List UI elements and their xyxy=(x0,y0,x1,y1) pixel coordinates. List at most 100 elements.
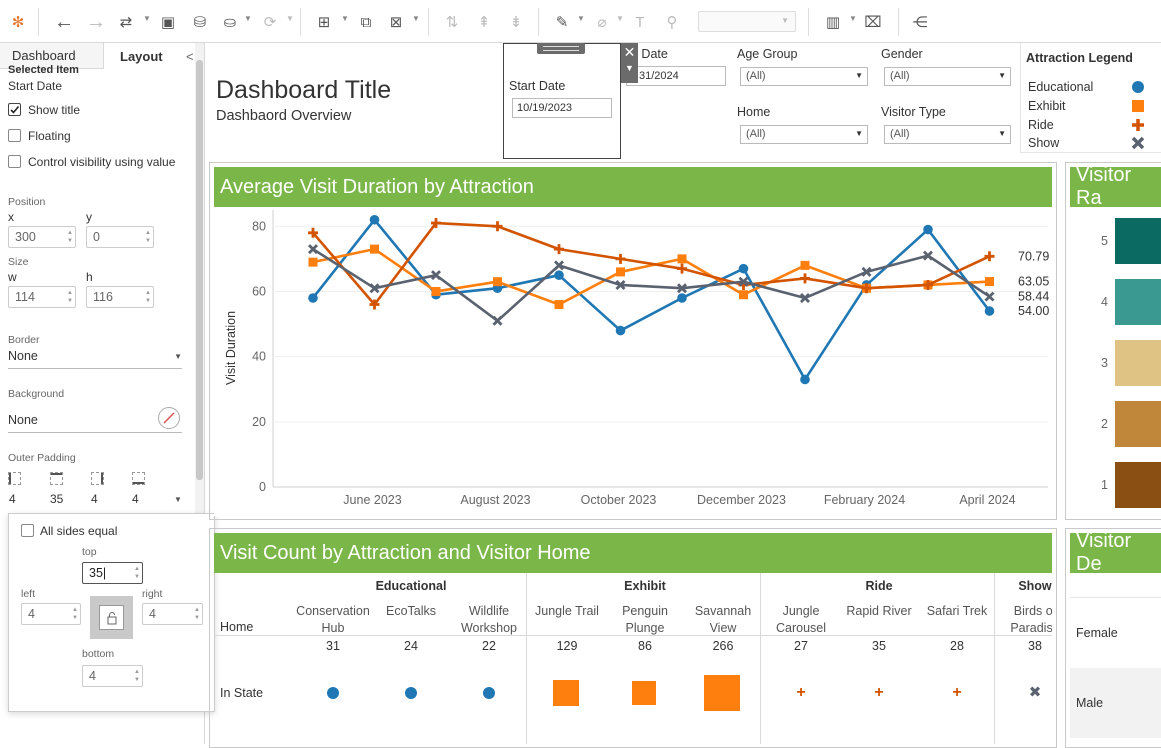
swap-icon[interactable]: ⇅ xyxy=(440,10,464,34)
clear-dropdown-icon[interactable]: ▼ xyxy=(412,14,420,23)
pause-updates-icon[interactable]: ⛀ xyxy=(218,10,242,34)
padding-dropdown-icon[interactable]: ▼ xyxy=(174,495,182,504)
sort-ascending-icon[interactable]: ⇞ xyxy=(472,10,496,34)
visit-count-value: 27 xyxy=(794,639,808,653)
x-tick-label: August 2023 xyxy=(460,493,530,507)
duplicate-sheet-icon[interactable]: ⧉ xyxy=(354,10,378,34)
start-date-filter[interactable]: Start Date 10/19/2023 xyxy=(503,43,621,159)
pin-icon[interactable]: ⚲ xyxy=(660,10,684,34)
visit-count-mark[interactable] xyxy=(704,675,740,711)
visit-count-value: 24 xyxy=(404,639,418,653)
visit-count-mark[interactable]: + xyxy=(949,683,965,703)
filter-age-group-dropdown[interactable]: (All) ▼ xyxy=(740,67,868,86)
x-position-input[interactable]: 300 ▲ ▼ xyxy=(8,226,76,248)
legend-item-ride[interactable]: Ride xyxy=(1028,118,1054,132)
visit-count-mark[interactable]: ✖ xyxy=(1027,683,1043,703)
rating-bar[interactable] xyxy=(1115,340,1161,386)
column-header: Conservation Hub xyxy=(296,604,370,635)
new-worksheet-icon[interactable]: ⊞ xyxy=(312,10,336,34)
rating-bar[interactable] xyxy=(1115,401,1161,447)
end-date-input[interactable]: 31/2024 xyxy=(626,66,726,86)
rating-bar[interactable] xyxy=(1115,279,1161,325)
left-label: left xyxy=(21,588,36,600)
clear-sheet-icon[interactable]: ⊠ xyxy=(384,10,408,34)
filter-home-dropdown[interactable]: (All) ▼ xyxy=(740,125,868,144)
left-padding-input[interactable]: 4 ▲ ▼ xyxy=(21,603,81,625)
start-date-input[interactable]: 10/19/2023 xyxy=(512,98,612,118)
tab-layout[interactable]: Layout xyxy=(104,43,194,69)
fit-dropdown[interactable]: ▼ xyxy=(698,11,796,32)
more-options-icon[interactable]: ▼ xyxy=(621,61,638,75)
demographics-row-female[interactable]: Female xyxy=(1070,597,1161,667)
data-point-exhibit xyxy=(308,257,318,267)
replay-icon[interactable]: ⇄ xyxy=(114,10,138,34)
visit-count-mark[interactable] xyxy=(327,687,339,699)
legend-shapes xyxy=(1131,81,1145,150)
right-padding-input[interactable]: 4 ▲ ▼ xyxy=(142,603,203,625)
rating-bar[interactable] xyxy=(1115,218,1161,264)
highlight-icon[interactable]: ✎ xyxy=(550,10,574,34)
data-dropdown-icon[interactable]: ▼ xyxy=(244,14,252,23)
end-label-educational: 54.00 xyxy=(1018,304,1049,318)
replay-dropdown-icon[interactable]: ▼ xyxy=(143,14,151,23)
presentation-icon[interactable]: ⌧ xyxy=(860,10,886,34)
data-point-educational xyxy=(615,325,626,336)
height-input[interactable]: 116 ▲ ▼ xyxy=(86,286,154,308)
share-icon[interactable]: ⋲ xyxy=(908,10,932,34)
show-me-icon[interactable]: ▥ xyxy=(820,10,846,34)
width-input[interactable]: 114 ▲ ▼ xyxy=(8,286,76,308)
filter-visitor-type-dropdown[interactable]: (All) ▼ xyxy=(884,125,1011,144)
y-position-input[interactable]: 0 ▲ ▼ xyxy=(86,226,154,248)
text-label-icon[interactable]: T xyxy=(628,10,652,34)
redo-icon[interactable]: → xyxy=(84,10,108,34)
bottom-padding-input[interactable]: 4 ▲ ▼ xyxy=(82,665,143,687)
move-handle-icon[interactable] xyxy=(537,43,585,54)
filter-gender-dropdown[interactable]: (All) ▼ xyxy=(884,67,1011,86)
visit-count-mark[interactable]: + xyxy=(793,683,809,703)
data-point-educational xyxy=(677,293,687,303)
lock-icon[interactable] xyxy=(99,605,124,630)
legend-item-show[interactable]: Show xyxy=(1028,136,1059,150)
sort-descending-icon[interactable]: ⇟ xyxy=(504,10,528,34)
border-dropdown[interactable]: None ▼ xyxy=(8,349,182,369)
floating-checkbox[interactable] xyxy=(8,129,21,142)
no-color-icon[interactable] xyxy=(158,407,180,429)
visit-count-mark[interactable] xyxy=(552,679,580,707)
rating-bar[interactable] xyxy=(1115,462,1161,508)
bottom-label: bottom xyxy=(82,648,115,660)
undo-icon[interactable]: ← xyxy=(52,10,76,34)
visit-count-mark[interactable] xyxy=(405,687,417,699)
visit-count-mark[interactable] xyxy=(483,687,495,699)
demographics-row-male[interactable]: Male xyxy=(1070,668,1161,738)
show-me-dropdown-icon[interactable]: ▼ xyxy=(849,14,857,23)
visit-count-mark[interactable]: + xyxy=(871,683,887,703)
panel-scrollbar-thumb[interactable] xyxy=(196,60,203,480)
column-header: Rapid River xyxy=(846,604,912,618)
background-dropdown[interactable]: None xyxy=(8,413,182,433)
all-sides-equal-label: All sides equal xyxy=(40,524,118,538)
tableau-logo-icon[interactable]: ✻ xyxy=(6,10,30,34)
position-label: Position xyxy=(8,196,46,208)
floating-label: Floating xyxy=(28,129,71,143)
rating-label: 1 xyxy=(1101,478,1108,492)
show-title-checkbox[interactable] xyxy=(8,103,21,116)
paperclip-icon[interactable]: ⌀ xyxy=(590,10,614,34)
top-padding-input[interactable]: 35| ▲ ▼ xyxy=(82,562,143,584)
dashboard-title: Dashboard Title xyxy=(216,76,392,104)
close-icon[interactable]: ✕ xyxy=(621,43,638,61)
legend-item-educational[interactable]: Educational xyxy=(1028,80,1093,94)
new-data-source-icon[interactable]: ⛁ xyxy=(188,10,212,34)
line-chart[interactable]: 0 20 40 60 80 June 2023 August 2023 October 202… xyxy=(214,208,1052,516)
control-visibility-checkbox[interactable] xyxy=(8,155,21,168)
visit-count-mark[interactable] xyxy=(632,681,656,705)
refresh-icon[interactable]: ⟳ xyxy=(258,10,282,34)
new-sheet-dropdown-icon[interactable]: ▼ xyxy=(341,14,349,23)
save-icon[interactable]: ▣ xyxy=(156,10,180,34)
y-tick-label: 80 xyxy=(252,219,266,233)
legend-item-exhibit[interactable]: Exhibit xyxy=(1028,99,1066,113)
row-label-in-state: In State xyxy=(220,686,264,700)
highlight-dropdown-icon[interactable]: ▼ xyxy=(577,14,585,23)
all-sides-equal-checkbox[interactable] xyxy=(21,524,34,537)
rating-label: 2 xyxy=(1101,417,1108,431)
column-header: EcoTalks xyxy=(385,604,437,618)
